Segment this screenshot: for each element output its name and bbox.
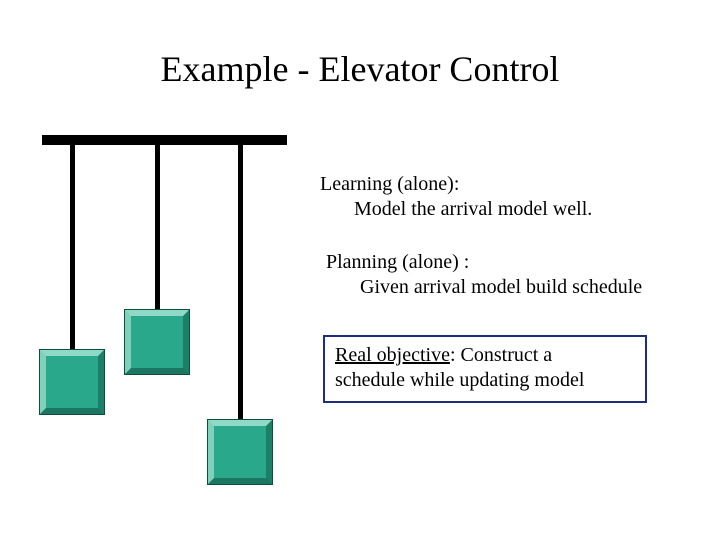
slide-title: Example - Elevator Control bbox=[0, 48, 720, 90]
elevator-top-bar bbox=[42, 135, 287, 145]
objective-lead: Real objective bbox=[335, 344, 450, 366]
elevator-car-1 bbox=[40, 350, 104, 414]
elevator-car-2 bbox=[125, 310, 189, 374]
learning-heading: Learning (alone): bbox=[320, 172, 680, 197]
objective-rest-1: : Construct a bbox=[450, 344, 552, 366]
learning-body: Model the arrival model well. bbox=[320, 197, 680, 222]
elevator-car-3 bbox=[208, 420, 272, 484]
objective-block: Real objective: Construct a schedule whi… bbox=[323, 335, 647, 403]
objective-line-2: schedule while updating model bbox=[335, 368, 635, 393]
elevator-shaft-3 bbox=[238, 145, 243, 450]
planning-body: Given arrival model build schedule bbox=[326, 275, 706, 300]
elevator-shaft-1 bbox=[70, 145, 75, 380]
planning-heading: Planning (alone) : bbox=[326, 250, 706, 275]
objective-line-1: Real objective: Construct a bbox=[335, 343, 635, 368]
learning-block: Learning (alone): Model the arrival mode… bbox=[320, 172, 680, 222]
planning-block: Planning (alone) : Given arrival model b… bbox=[326, 250, 706, 300]
